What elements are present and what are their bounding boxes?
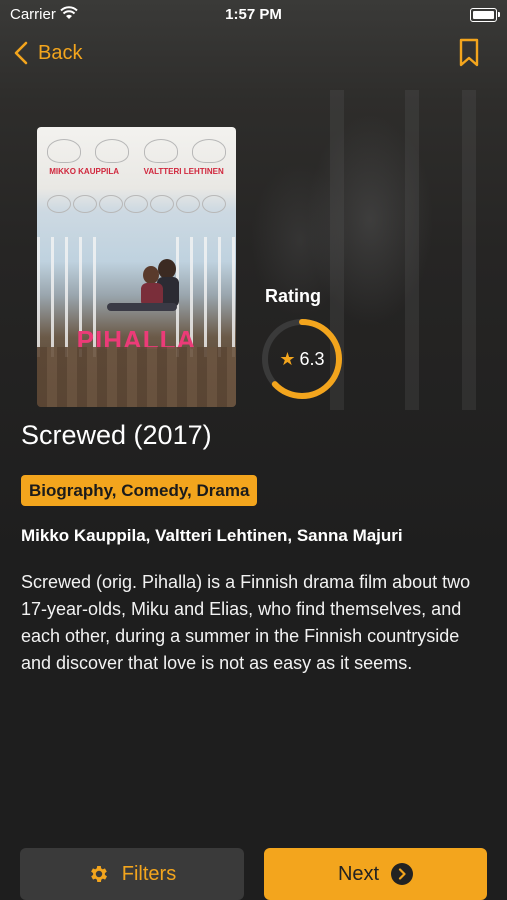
- backdrop-rail: [462, 90, 476, 410]
- next-button[interactable]: Next: [264, 848, 487, 900]
- filters-label: Filters: [121, 862, 177, 885]
- genre-badge: Biography, Comedy, Drama: [21, 475, 258, 506]
- status-bar: Carrier 1:57 PM: [0, 0, 507, 30]
- bookmark-icon: [459, 38, 479, 67]
- poster-deck: [37, 347, 236, 407]
- movie-title: Screwed (2017): [21, 420, 212, 450]
- poster-actor-names: MIKKO KAUPPILA VALTTERI LEHTINEN: [37, 167, 236, 176]
- battery-icon: [470, 8, 500, 22]
- poster-laurels: [47, 139, 226, 165]
- rating-number: 6.3: [299, 348, 325, 369]
- filters-button[interactable]: Filters: [20, 848, 244, 900]
- rating-value: ★ 6.3: [259, 316, 345, 402]
- movie-poster: MIKKO KAUPPILA VALTTERI LEHTINEN PIHALLA: [37, 127, 236, 407]
- backdrop-rail: [405, 90, 419, 410]
- movie-description: Screwed (orig. Pihalla) is a Finnish dra…: [21, 572, 471, 673]
- poster-actor-left: MIKKO KAUPPILA: [49, 167, 120, 176]
- poster-laurels-small: [47, 195, 226, 215]
- star-icon: ★: [279, 348, 296, 369]
- next-label: Next: [337, 862, 380, 885]
- back-label: Back: [38, 41, 83, 64]
- poster-couple-figure: [107, 259, 179, 311]
- back-button[interactable]: Back: [14, 38, 82, 68]
- cast-list: Mikko Kauppila, Valtteri Lehtinen, Sanna…: [21, 526, 403, 545]
- poster-actor-right: VALTTERI LEHTINEN: [143, 167, 224, 176]
- chevron-right-circle-icon: [391, 863, 414, 885]
- bookmark-button[interactable]: [458, 38, 480, 73]
- chevron-left-icon: [14, 41, 28, 65]
- rating-label: Rating: [265, 286, 321, 306]
- status-time: 1:57 PM: [225, 6, 282, 23]
- gear-icon: [90, 866, 107, 882]
